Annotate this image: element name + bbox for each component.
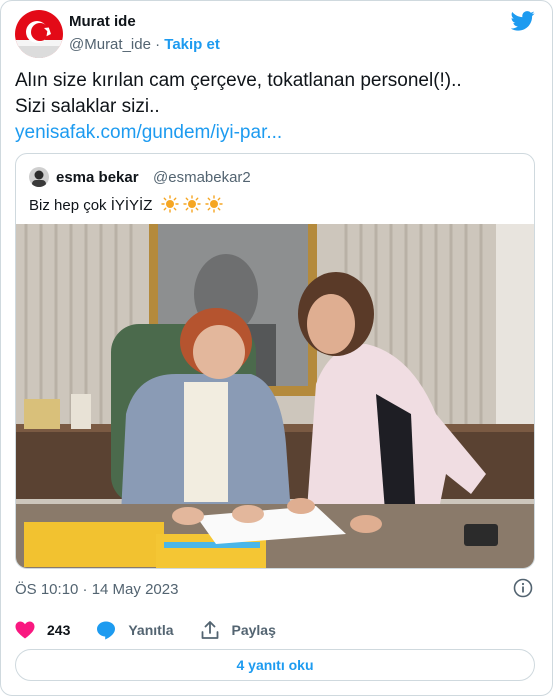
share-label: Paylaş bbox=[231, 622, 276, 638]
avatar[interactable] bbox=[15, 10, 63, 58]
sun-icon bbox=[160, 195, 179, 213]
heart-icon bbox=[15, 621, 35, 639]
separator: · bbox=[155, 36, 161, 53]
tweet-line-1: Alın size kırılan cam çerçeve, tokatlana… bbox=[15, 70, 462, 91]
action-bar: 243 Yanıtla Paylaş bbox=[15, 619, 302, 641]
tweet-card: Murat ide @Murat_ide · Takip et Alın siz… bbox=[0, 0, 553, 696]
share-button[interactable]: Paylaş bbox=[200, 620, 276, 640]
sun-icon bbox=[182, 195, 201, 213]
quoted-author-handle[interactable]: @esmabekar2 bbox=[153, 169, 251, 186]
tweet-text: Alın size kırılan cam çerçeve, tokatlana… bbox=[15, 68, 535, 146]
quoted-photo[interactable] bbox=[16, 224, 534, 569]
read-replies-button[interactable]: 4 yanıtı oku bbox=[15, 649, 535, 681]
info-icon[interactable] bbox=[513, 578, 533, 598]
reply-bubble-icon bbox=[97, 621, 116, 640]
tweet-line-2: Sizi salaklar sizi.. bbox=[15, 96, 160, 117]
twitter-bird-icon[interactable] bbox=[511, 10, 535, 32]
follow-button[interactable]: Takip et bbox=[164, 36, 220, 53]
quoted-text: Biz hep çok İYİYİZ bbox=[29, 195, 223, 217]
quoted-avatar[interactable] bbox=[29, 167, 49, 187]
quoted-text-body: Biz hep çok İYİYİZ bbox=[29, 197, 153, 214]
author-name[interactable]: Murat ide bbox=[69, 13, 136, 30]
author-handle-row: @Murat_ide · Takip et bbox=[69, 36, 220, 53]
share-icon bbox=[201, 621, 218, 639]
like-count: 243 bbox=[47, 622, 71, 638]
sun-icon bbox=[204, 195, 223, 213]
like-button[interactable]: 243 bbox=[15, 621, 70, 639]
quoted-author-name[interactable]: esma bekar bbox=[56, 169, 139, 186]
reply-label: Yanıtla bbox=[128, 622, 174, 638]
tweet-timestamp[interactable]: ÖS 10:10 · 14 May 2023 bbox=[15, 581, 178, 598]
author-handle[interactable]: @Murat_ide bbox=[69, 36, 151, 53]
tweet-link[interactable]: yenisafak.com/gundem/iyi-par... bbox=[15, 120, 535, 146]
quoted-tweet[interactable]: esma bekar @esmabekar2 Biz hep çok İYİYİ… bbox=[15, 153, 535, 569]
sun-emojis bbox=[160, 195, 223, 217]
reply-button[interactable]: Yanıtla bbox=[96, 620, 174, 640]
